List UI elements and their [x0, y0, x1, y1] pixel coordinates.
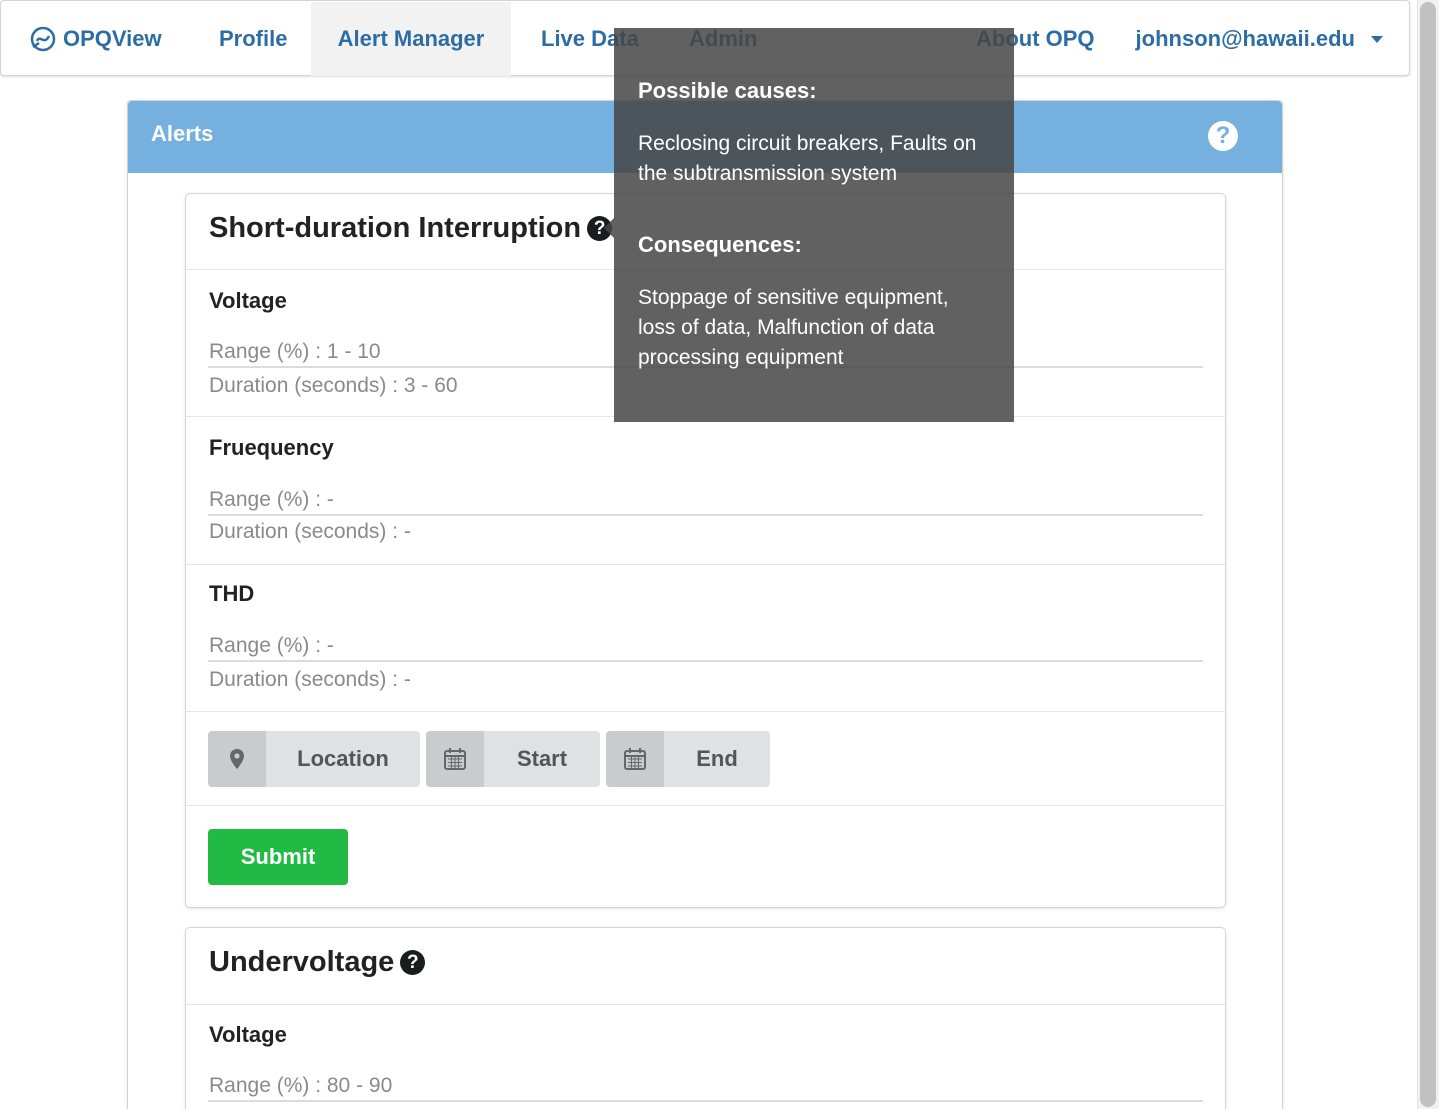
section-title-frequency: Fruequency: [209, 435, 334, 460]
thd-range-field[interactable]: Range (%) : -: [209, 634, 334, 658]
alerts-title: Alerts: [151, 121, 214, 146]
brand-link[interactable]: OPQView: [29, 2, 162, 76]
info-tooltip: Possible causes: Reclosing circuit break…: [604, 28, 1014, 422]
submit-button[interactable]: Submit: [208, 829, 348, 885]
undervoltage-card: Undervoltage ? Voltage Range (%) : 80 - …: [185, 927, 1226, 1109]
opq-logo-icon: [30, 26, 56, 52]
page-scrollbar[interactable]: [1417, 0, 1439, 1109]
user-menu[interactable]: johnson@hawaii.edu: [1136, 2, 1383, 76]
card-title: Undervoltage ?: [209, 946, 426, 979]
causes-heading: Possible causes:: [638, 78, 817, 103]
divider: [186, 1004, 1225, 1005]
calendar-icon: [426, 731, 484, 787]
scrollbar-thumb[interactable]: [1420, 2, 1436, 1107]
frequency-range-field[interactable]: Range (%) : -: [209, 488, 334, 512]
nav-alert-manager[interactable]: Alert Manager: [311, 2, 511, 76]
dropdown-caret-icon: [1371, 35, 1383, 43]
nav-profile[interactable]: Profile: [219, 2, 287, 76]
end-date-button[interactable]: End: [606, 731, 770, 787]
section-title-thd: THD: [209, 581, 255, 606]
user-email: johnson@hawaii.edu: [1135, 26, 1355, 51]
divider: [186, 564, 1225, 565]
start-label: Start: [516, 746, 568, 771]
causes-text: Reclosing circuit breakers, Faults on th…: [638, 132, 977, 185]
consequences-text: Stoppage of sensitive equipment, loss of…: [638, 286, 949, 369]
question-circle-icon[interactable]: ?: [400, 950, 426, 975]
start-date-button[interactable]: Start: [426, 731, 600, 787]
frequency-duration-field[interactable]: Duration (seconds) : -: [209, 520, 411, 544]
divider: [186, 711, 1225, 712]
field-underline: [208, 514, 1203, 516]
tooltip-arrow: [604, 218, 614, 238]
location-button[interactable]: Location: [208, 731, 420, 787]
voltage-duration-field[interactable]: Duration (seconds) : 3 - 60: [209, 374, 458, 398]
map-marker-icon: [208, 731, 266, 787]
section-title-voltage: Voltage: [209, 1022, 287, 1047]
section-title-voltage: Voltage: [209, 288, 287, 313]
voltage-range-field[interactable]: Range (%) : 80 - 90: [209, 1074, 392, 1098]
card-title: Short-duration Interruption ?: [209, 212, 613, 245]
thd-duration-field[interactable]: Duration (seconds) : -: [209, 668, 411, 692]
field-underline: [208, 660, 1203, 662]
calendar-icon: [606, 731, 664, 787]
voltage-range-field[interactable]: Range (%) : 1 - 10: [209, 340, 381, 364]
consequences-heading: Consequences:: [638, 232, 802, 257]
divider: [186, 805, 1225, 806]
brand-label: OPQView: [63, 26, 162, 51]
end-label: End: [696, 746, 738, 771]
card-title-text: Short-duration Interruption: [209, 212, 582, 244]
field-underline: [208, 1100, 1203, 1102]
card-title-text: Undervoltage: [209, 946, 395, 978]
location-label: Location: [297, 746, 389, 771]
help-icon[interactable]: ?: [1208, 121, 1238, 151]
